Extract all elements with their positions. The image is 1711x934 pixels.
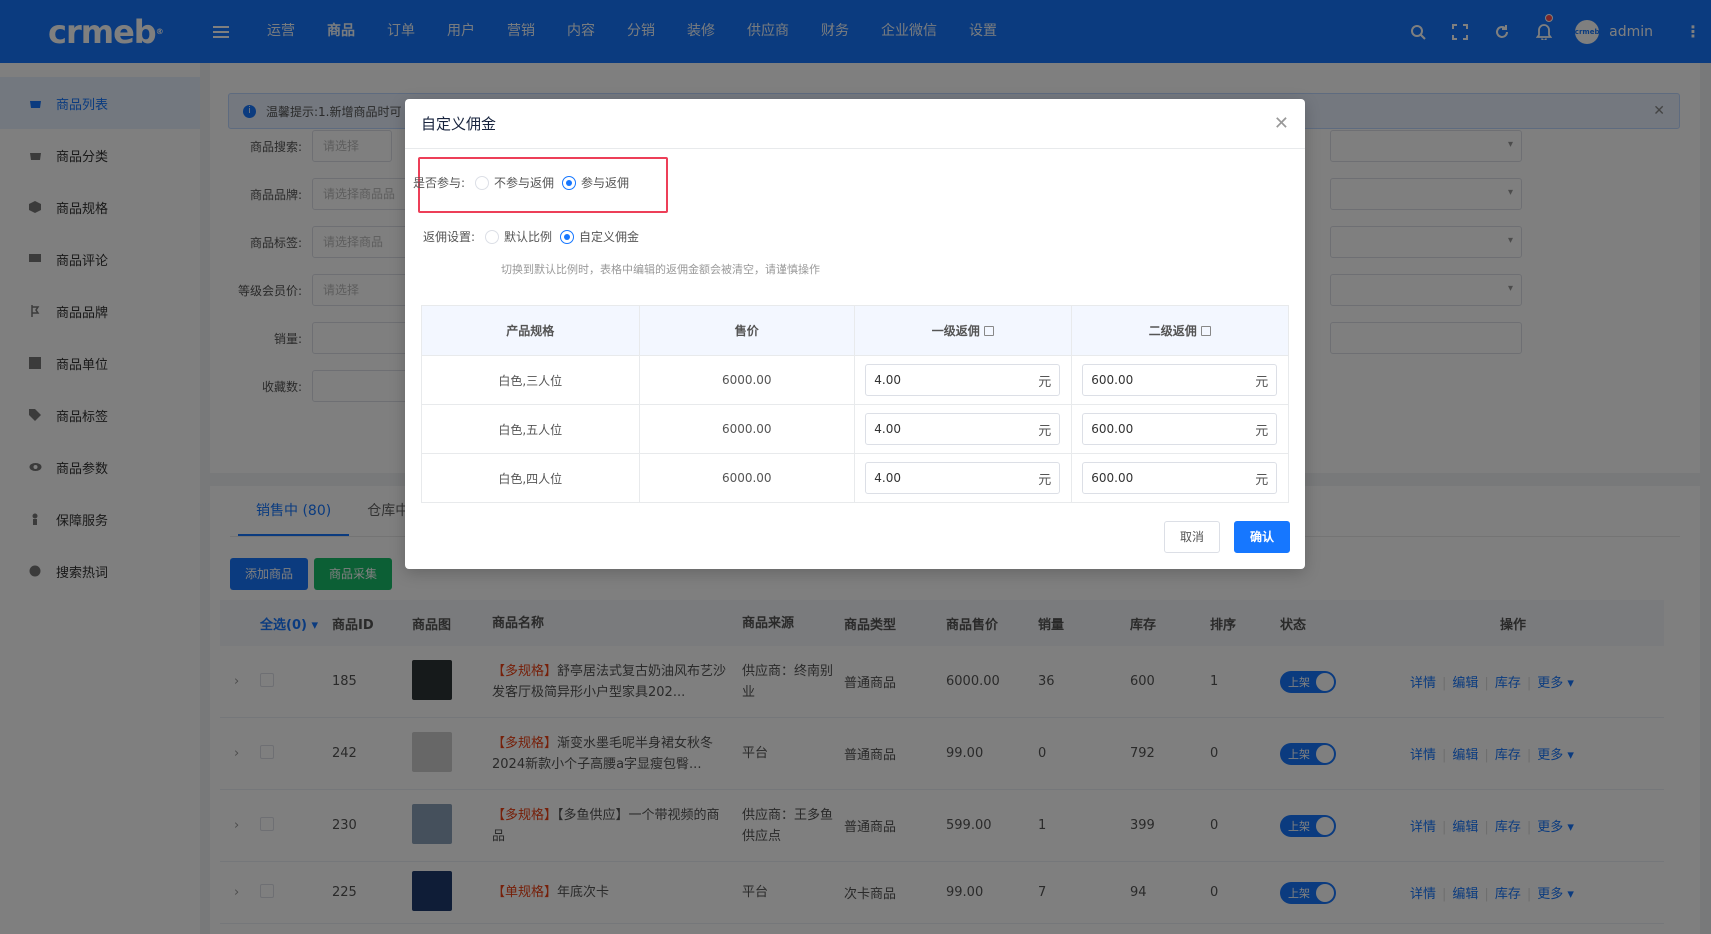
price-cell: 6000.00 [640, 454, 855, 502]
edit-icon[interactable] [1200, 325, 1211, 336]
hint-text: 切换到默认比例时，表格中编辑的返佣金额会被清空，请谨慎操作 [501, 263, 820, 276]
radio-circle [475, 175, 489, 190]
dialog-header: 自定义佣金 ✕ [405, 99, 1305, 149]
header-price: 售价 [640, 306, 855, 355]
level1-commission-input[interactable]: 4.00 元 [865, 413, 1061, 445]
edit-icon[interactable] [983, 325, 994, 336]
header-level2: 二级返佣 [1072, 306, 1289, 355]
price-cell: 6000.00 [640, 356, 855, 404]
table-row: 白色,四人位 6000.00 4.00 元 600.00 元 [422, 453, 1288, 502]
price-cell: 6000.00 [640, 405, 855, 453]
dialog-title: 自定义佣金 [421, 115, 497, 133]
cancel-button[interactable]: 取消 [1164, 521, 1221, 553]
radio-circle [485, 229, 499, 244]
setting-label: 返佣设置: [422, 230, 475, 244]
table-row: 白色,三人位 6000.00 4.00 元 600.00 元 [422, 355, 1288, 404]
custom-commission-dialog: 自定义佣金 ✕ 是否参与: 不参与返佣 参与返佣 返佣设置: 默认比例 自定义佣… [405, 99, 1305, 569]
radio-default-ratio[interactable]: 默认比例 [485, 228, 552, 245]
level2-commission-input[interactable]: 600.00 元 [1082, 364, 1278, 396]
commission-table-header: 产品规格 售价 一级返佣 二级返佣 [422, 306, 1288, 355]
radio-not-participate[interactable]: 不参与返佣 [475, 174, 554, 191]
spec-cell: 白色,三人位 [422, 356, 640, 404]
setting-row: 返佣设置: 默认比例 自定义佣金 [415, 228, 647, 245]
participate-label: 是否参与: [412, 176, 465, 190]
spec-cell: 白色,四人位 [422, 454, 640, 502]
header-spec: 产品规格 [422, 306, 640, 355]
commission-table: 产品规格 售价 一级返佣 二级返佣 白色,三人位 6000.00 4.00 元 6… [421, 305, 1289, 503]
radio-custom-commission[interactable]: 自定义佣金 [560, 228, 639, 245]
confirm-button[interactable]: 确认 [1234, 521, 1291, 553]
close-icon[interactable]: ✕ [1274, 113, 1289, 134]
radio-circle-checked [562, 175, 577, 190]
radio-participate[interactable]: 参与返佣 [562, 174, 629, 191]
spec-cell: 白色,五人位 [422, 405, 640, 453]
header-level1: 一级返佣 [855, 306, 1072, 355]
level1-commission-input[interactable]: 4.00 元 [865, 364, 1061, 396]
level2-commission-input[interactable]: 600.00 元 [1082, 413, 1278, 445]
participate-row: 是否参与: 不参与返佣 参与返佣 [405, 174, 637, 191]
table-row: 白色,五人位 6000.00 4.00 元 600.00 元 [422, 404, 1288, 453]
radio-circle-checked [560, 229, 575, 244]
level1-commission-input[interactable]: 4.00 元 [865, 462, 1061, 494]
level2-commission-input[interactable]: 600.00 元 [1082, 462, 1278, 494]
